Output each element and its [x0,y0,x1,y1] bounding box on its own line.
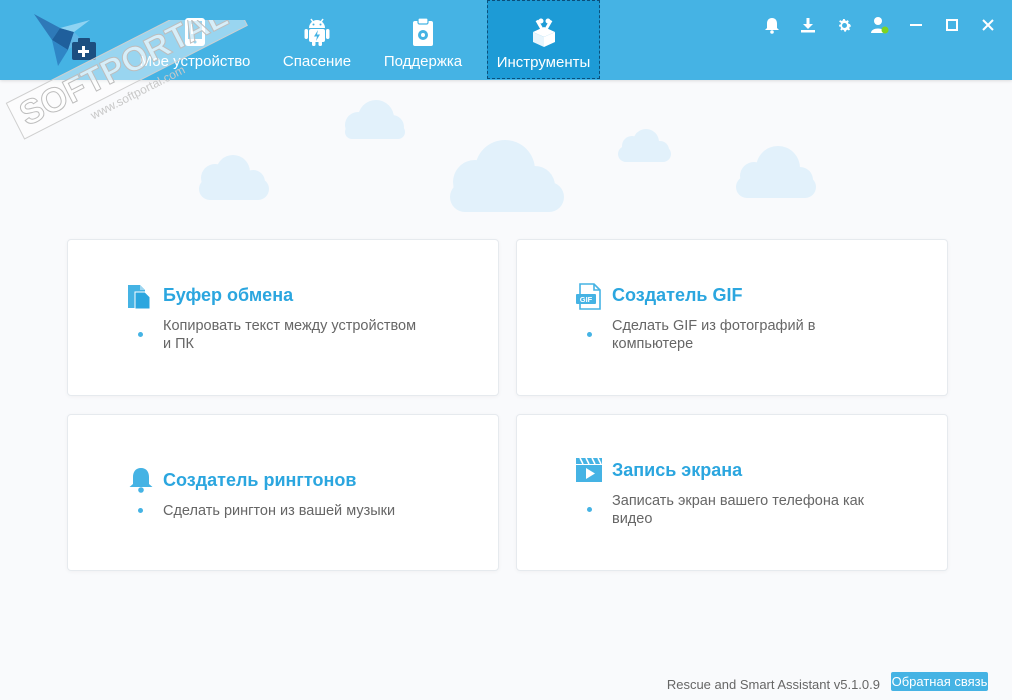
card-description: Записать экран вашего телефона как видео [612,493,865,527]
app-logo-icon [34,14,96,66]
gif-file-icon: GIF [576,283,601,310]
feedback-button[interactable]: Обратная связь [891,672,988,691]
tab-tools[interactable]: Инструменты [487,0,600,79]
card-title: Создатель рингтонов [163,470,357,490]
card-screen-record[interactable]: Запись экрана Записать экран вашего теле… [516,414,948,571]
top-bar: Мое устройство Спасение Поддержка Инстру… [0,0,1012,80]
card-description: Сделать рингтон из вашей музыки [163,503,396,519]
tab-rescue[interactable]: Спасение [272,0,362,80]
card-ringtone-maker[interactable]: Создатель рингтонов Сделать рингтон из в… [67,414,499,571]
tab-support[interactable]: Поддержка [376,0,470,80]
phone-icon [180,17,210,47]
card-description: Копировать текст между устройством и ПК [163,318,417,352]
android-icon [302,17,332,47]
bell-icon [129,468,153,493]
clipboard-copy-icon [128,285,151,310]
bullet-dot [138,508,143,513]
user-icon[interactable] [862,14,898,36]
toolbox-icon [529,18,559,48]
maximize-icon[interactable] [934,14,970,36]
bell-icon[interactable] [754,14,790,36]
bullet-dot [587,332,592,337]
version-label: Rescue and Smart Assistant v5.1.0.9 [666,677,880,692]
close-icon[interactable] [970,14,1006,36]
clipboard-icon [408,17,438,47]
card-description: Сделать GIF из фотографий в компьютере [612,318,816,352]
card-gif-creator[interactable]: GIF Создатель GIF Сделать GIF из фотогра… [516,239,948,396]
bullet-dot [587,507,592,512]
window-controls [754,14,1006,36]
tab-label: Инструменты [496,54,591,71]
cloud-decoration [199,100,816,212]
tab-label: Поддержка [383,53,463,70]
card-title: Запись экрана [612,460,743,480]
card-title: Буфер обмена [163,285,294,305]
bullet-dot [138,332,143,337]
gif-badge-text: GIF [580,295,593,304]
tab-my-device[interactable]: Мое устройство [132,0,258,80]
download-icon[interactable] [790,14,826,36]
card-title: Создатель GIF [612,285,743,305]
minimize-icon[interactable] [898,14,934,36]
tab-label: Спасение [282,53,352,70]
gear-icon[interactable] [826,14,862,36]
tab-label: Мое устройство [139,53,251,70]
video-record-icon [576,457,602,482]
card-clipboard[interactable]: Буфер обмена Копировать текст между устр… [67,239,499,396]
